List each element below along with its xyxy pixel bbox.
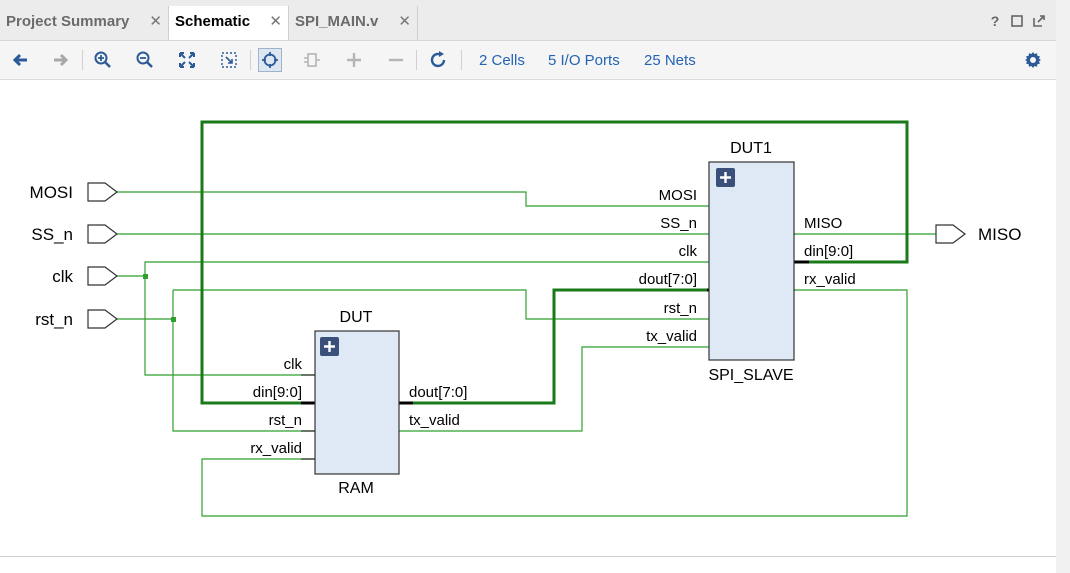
- schematic-toolbar: 2 Cells 5 I/O Ports 25 Nets: [0, 41, 1056, 80]
- tab-label: SPI_MAIN.v: [295, 13, 379, 30]
- pin-label: dout[7:0]: [639, 271, 697, 288]
- module-name: RAM: [338, 480, 374, 497]
- module-name: SPI_SLAVE: [708, 367, 793, 384]
- zoom-selection-icon[interactable]: [217, 48, 241, 72]
- tab-label: Schematic: [175, 13, 251, 30]
- back-arrow-icon[interactable]: [8, 48, 32, 72]
- port-rst-n[interactable]: rst_n: [35, 309, 118, 329]
- pin-label: rst_n: [269, 412, 302, 429]
- tab-spi-main[interactable]: SPI_MAIN.v ✕: [289, 6, 418, 40]
- restore-icon[interactable]: [1010, 14, 1024, 28]
- port-clk[interactable]: clk: [52, 266, 118, 286]
- port-label: SS_n: [31, 225, 73, 244]
- schematic-canvas[interactable]: MOSI SS_n clk rst_n MISO DUT1 SPI_SLAVE …: [0, 80, 1057, 557]
- zoom-fit-icon[interactable]: [175, 48, 199, 72]
- expand-cell-icon[interactable]: [300, 48, 324, 72]
- junction-clk: [143, 274, 148, 279]
- pin-label: din[9:0]: [804, 243, 853, 260]
- pin-label: MOSI: [659, 187, 697, 204]
- cells-count-link[interactable]: 2 Cells: [479, 52, 525, 69]
- port-label: MISO: [978, 225, 1021, 244]
- expand-cell-button[interactable]: [320, 337, 339, 356]
- instance-name: DUT: [340, 309, 373, 326]
- port-label: rst_n: [35, 310, 73, 329]
- port-label: clk: [52, 267, 73, 286]
- instance-name: DUT1: [730, 140, 772, 157]
- expand-cell-button[interactable]: [716, 168, 735, 187]
- zoom-in-icon[interactable]: [91, 48, 115, 72]
- nets-count-link[interactable]: 25 Nets: [644, 52, 696, 69]
- port-mosi[interactable]: MOSI: [30, 182, 118, 202]
- port-label: MOSI: [30, 183, 73, 202]
- pin-label: rx_valid: [250, 440, 302, 457]
- junction-rst-n: [171, 317, 176, 322]
- close-icon[interactable]: ✕: [398, 6, 411, 38]
- settings-gear-icon[interactable]: [1021, 48, 1045, 72]
- window-edge: [1056, 0, 1070, 573]
- io-ports-count-link[interactable]: 5 I/O Ports: [548, 52, 620, 69]
- add-icon[interactable]: [342, 48, 366, 72]
- pin-label: rst_n: [664, 300, 697, 317]
- forward-arrow-icon[interactable]: [49, 48, 73, 72]
- cell-body[interactable]: [708, 161, 795, 361]
- port-miso[interactable]: MISO: [935, 224, 1021, 244]
- pin-label: tx_valid: [646, 328, 697, 345]
- tab-label: Project Summary: [6, 13, 130, 30]
- close-icon[interactable]: ✕: [269, 6, 282, 38]
- pin-label: rx_valid: [804, 271, 856, 288]
- document-tab-bar: Project Summary ✕ Schematic ✕ SPI_MAIN.v…: [0, 0, 1056, 41]
- net-rst-n[interactable]: [117, 289, 723, 432]
- wire-layer: [117, 191, 936, 517]
- float-icon[interactable]: [1032, 14, 1046, 28]
- help-icon[interactable]: ?: [988, 14, 1002, 28]
- pin-label: clk: [284, 356, 303, 373]
- zoom-out-icon[interactable]: [133, 48, 157, 72]
- pin-label: clk: [679, 243, 698, 260]
- port-ss-n[interactable]: SS_n: [31, 224, 118, 244]
- remove-icon[interactable]: [384, 48, 408, 72]
- refresh-icon[interactable]: [426, 48, 450, 72]
- close-icon[interactable]: ✕: [149, 6, 162, 38]
- pin-label: din[9:0]: [253, 384, 302, 401]
- tab-project-summary[interactable]: Project Summary ✕: [0, 6, 168, 40]
- select-icon[interactable]: [258, 48, 282, 72]
- pin-label: MISO: [804, 215, 842, 232]
- pin-label: SS_n: [660, 215, 697, 232]
- pin-label: dout[7:0]: [409, 384, 467, 401]
- pin-label: tx_valid: [409, 412, 460, 429]
- tab-schematic[interactable]: Schematic ✕: [168, 6, 289, 40]
- net-mosi[interactable]: [117, 191, 723, 207]
- junctions: [143, 274, 176, 322]
